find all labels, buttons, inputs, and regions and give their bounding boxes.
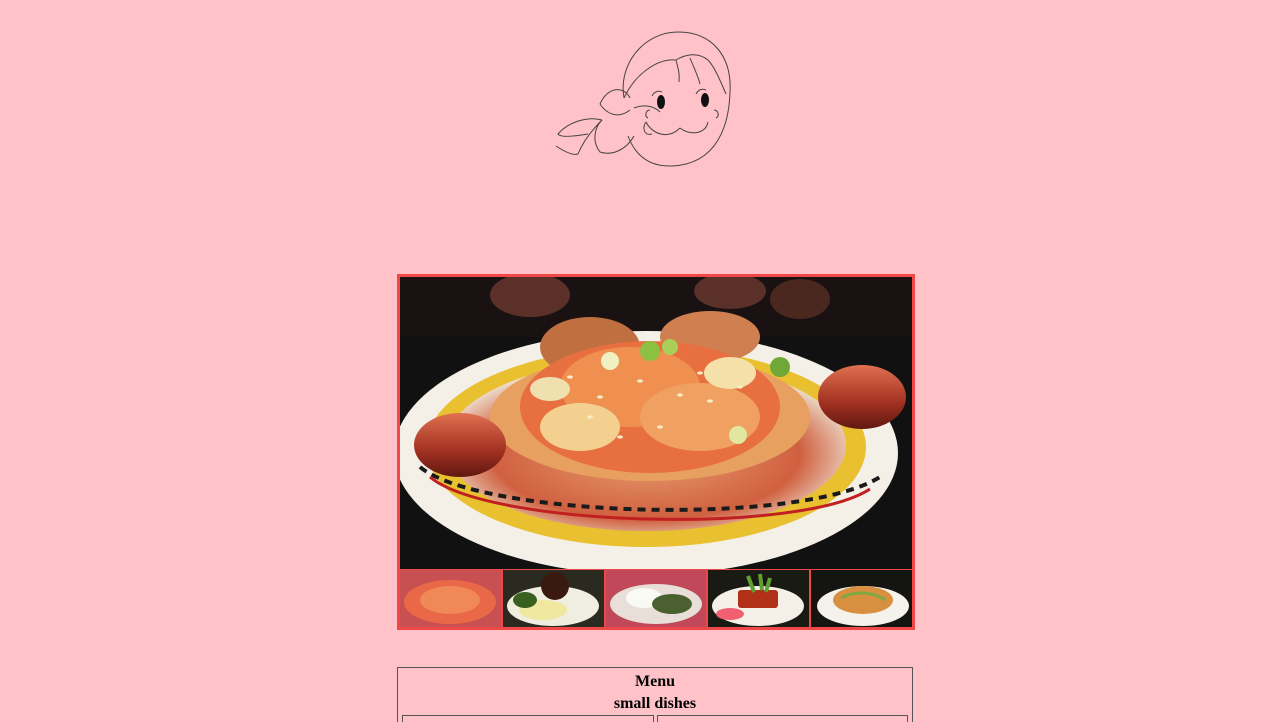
thumbnail-strip (400, 570, 912, 627)
menu-row (398, 715, 912, 722)
thumbnail-2[interactable] (502, 570, 604, 627)
thumbnail-4[interactable] (708, 570, 810, 627)
girl-face-logo-icon[interactable] (548, 24, 738, 174)
thumbnail-1[interactable] (400, 570, 501, 627)
thumbnail-3[interactable] (605, 570, 707, 627)
menu-cell (656, 715, 908, 722)
menu-cell (402, 715, 654, 722)
kimchi-hotdog-photo[interactable] (400, 277, 912, 569)
menu-title: Menu (635, 673, 675, 690)
menu-table: Menu small dishes (397, 667, 913, 722)
page: Menu small dishes (0, 0, 1280, 722)
photo-gallery (397, 274, 915, 630)
thumbnail-5[interactable] (811, 570, 912, 627)
menu-section-heading: small dishes (613, 695, 697, 712)
